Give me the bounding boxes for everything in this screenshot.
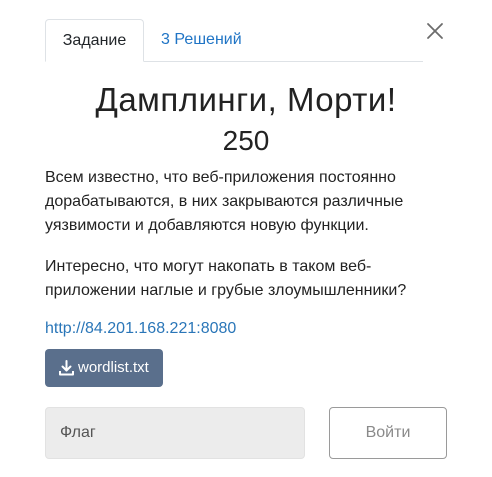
close-icon bbox=[427, 23, 443, 39]
tab-challenge[interactable]: Задание bbox=[45, 19, 144, 62]
close-button[interactable] bbox=[424, 20, 446, 42]
challenge-description-2: Интересно, что могут накопать в таком ве… bbox=[45, 258, 407, 299]
tab-solves[interactable]: 3 Решений bbox=[161, 19, 242, 61]
challenge-tabs: Задание 3 Решений bbox=[45, 19, 423, 62]
challenge-points: 250 bbox=[222, 125, 270, 156]
submit-button[interactable]: Войти bbox=[329, 407, 447, 459]
challenge-description-1: Всем известно, что веб-приложения постоя… bbox=[45, 169, 404, 234]
flag-input[interactable] bbox=[45, 407, 305, 459]
challenge-title: Дамплинги, Морти! bbox=[95, 81, 397, 118]
download-file-button[interactable]: wordlist.txt bbox=[45, 349, 163, 387]
download-file-label: wordlist.txt bbox=[78, 359, 149, 376]
challenge-link[interactable]: http://84.201.168.221:8080 bbox=[45, 318, 236, 340]
download-icon bbox=[59, 360, 74, 376]
